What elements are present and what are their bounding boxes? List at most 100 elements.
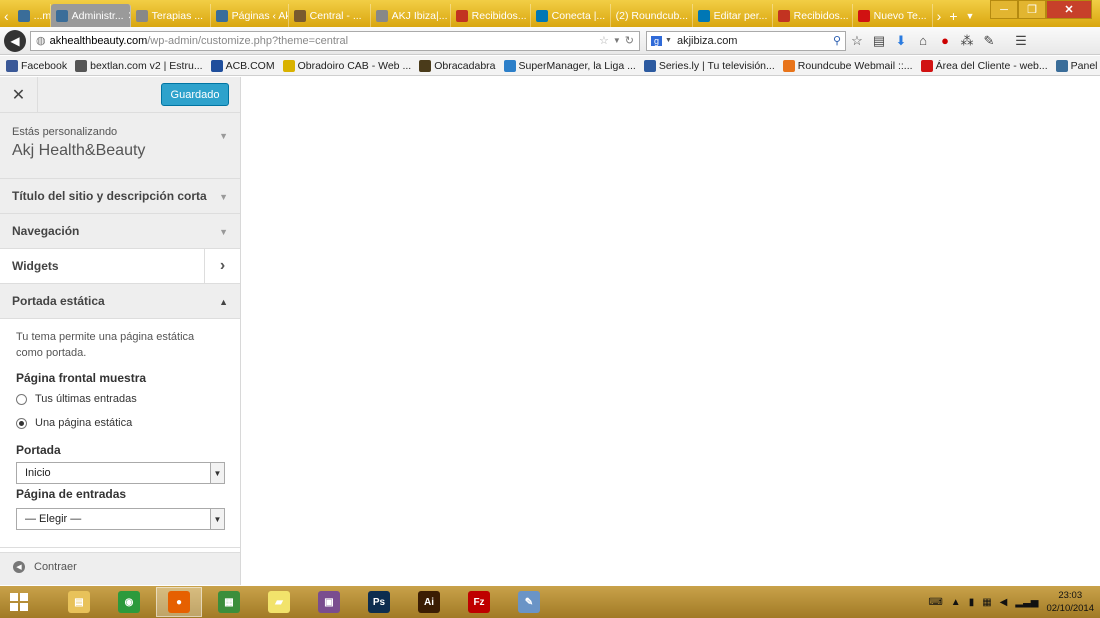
reload-icon[interactable]: ↻ — [625, 34, 634, 47]
show-hidden-icons-icon[interactable]: ▲ — [951, 597, 961, 608]
star-icon[interactable]: ☆ — [599, 34, 609, 47]
tab-6[interactable]: Recibidos... — [451, 4, 531, 27]
tab-7[interactable]: Conecta |... — [531, 4, 611, 27]
tab-5[interactable]: AKJ Ibiza|... — [371, 4, 451, 27]
chevron-down-icon[interactable]: ▼ — [665, 37, 672, 44]
adblock-icon[interactable]: ● — [934, 33, 956, 48]
taskbar-app-winrar[interactable]: ▣ — [306, 587, 352, 617]
taskbar-app-firefox[interactable]: ● — [156, 587, 202, 617]
radio-latest-posts[interactable]: Tus últimas entradas — [16, 393, 224, 405]
taskbar-app-illustrator[interactable]: Ai — [406, 587, 452, 617]
tools-icon[interactable]: ✎ — [978, 33, 1000, 49]
dropdown-icon[interactable]: ▼ — [613, 36, 621, 45]
taskbar-app-sheet[interactable]: ▦ — [206, 587, 252, 617]
taskbar-app-paint[interactable]: ✎ — [506, 587, 552, 617]
section-site-title[interactable]: Título del sitio y descripción corta ▼ — [0, 179, 240, 214]
bookmark-item[interactable]: Área del Cliente - web... — [917, 59, 1052, 72]
search-icon[interactable]: ⚲ — [833, 34, 841, 47]
back-button[interactable]: ◀ — [4, 29, 26, 52]
minimize-button[interactable]: ─ — [990, 0, 1018, 19]
radio-label: Tus últimas entradas — [35, 393, 137, 405]
front-page-select[interactable]: Inicio ▼ — [16, 462, 225, 484]
section-widgets[interactable]: Widgets › — [0, 249, 240, 284]
bookmark-item[interactable]: Series.ly | Tu televisión... — [640, 59, 779, 72]
bookmark-item[interactable]: Facebook — [2, 59, 71, 72]
posts-page-select[interactable]: — Elegir — ▼ — [16, 508, 225, 530]
download-icon[interactable]: ⬇ — [890, 33, 912, 49]
tab-8[interactable]: (2) Roundcub... — [611, 4, 693, 27]
tab-10[interactable]: Recibidos... — [773, 4, 853, 27]
taskbar-app-photoshop[interactable]: Ps — [356, 587, 402, 617]
tab-11[interactable]: Nuevo Te... — [853, 4, 933, 27]
home-icon[interactable]: ⌂ — [912, 33, 934, 48]
tab-scroll-right-button[interactable]: › — [933, 4, 946, 27]
bookmarks-menu-icon[interactable]: ▤ — [868, 33, 890, 49]
maximize-button[interactable]: ❐ — [1018, 0, 1046, 19]
tab-label: Terapias ... — [151, 9, 204, 22]
tab-label: Nuevo Te... — [873, 9, 927, 22]
illustrator-icon: Ai — [418, 591, 440, 613]
bookmark-item[interactable]: bextlan.com v2 | Estru... — [71, 59, 206, 72]
panel-description: Tu tema permite una página estática como… — [16, 331, 195, 359]
linkedin-icon — [697, 9, 710, 22]
file-explorer-icon: ▤ — [68, 591, 90, 613]
bookmark-item[interactable]: Obracadabra — [415, 59, 499, 72]
site-name: Akj Health&Beauty — [12, 142, 146, 159]
tab-9[interactable]: Editar per... — [693, 4, 773, 27]
taskbar-app-chrome[interactable]: ◉ — [106, 587, 152, 617]
chevron-right-icon[interactable]: › — [204, 249, 240, 283]
radio-button[interactable] — [16, 393, 27, 405]
page-icon — [135, 9, 148, 22]
bookmark-item[interactable]: Obradoiro CAB - Web ... — [279, 59, 416, 72]
facebook-icon — [6, 59, 18, 72]
search-box[interactable]: g ▼ akjibiza.com ⚲ — [646, 30, 846, 51]
taskbar-app-filezilla[interactable]: Fz — [456, 587, 502, 617]
tab-label: Administr... — [71, 9, 124, 22]
taskbar-app-sticky-notes[interactable]: ▰ — [256, 587, 302, 617]
close-customizer-button[interactable]: ✕ — [0, 76, 38, 113]
url-path: /wp-admin/customize.php?theme=central — [147, 34, 349, 47]
tab-0[interactable]: ...me ... — [13, 4, 51, 27]
collapse-button[interactable]: ◀ Contraer — [0, 547, 240, 585]
google-search-icon: g — [651, 35, 663, 46]
bookmark-star-icon[interactable]: ☆ — [846, 33, 868, 49]
clock[interactable]: 23:03 02/10/2014 — [1046, 589, 1094, 615]
wordpress-icon — [55, 9, 68, 22]
start-button[interactable] — [0, 592, 38, 612]
battery-icon[interactable]: ▮ — [969, 597, 975, 608]
section-navigation[interactable]: Navegación ▼ — [0, 214, 240, 249]
close-window-button[interactable]: ✕ — [1046, 0, 1092, 19]
section-static-front-page[interactable]: Portada estática ▲ — [0, 284, 240, 319]
radio-static-page[interactable]: Una página estática — [16, 417, 224, 429]
bookmark-item[interactable]: Roundcube Webmail ::... — [779, 59, 917, 72]
menu-icon[interactable]: ☰ — [1010, 33, 1032, 49]
tab-2[interactable]: Terapias ... — [131, 4, 211, 27]
select-value: — Elegir — — [25, 513, 82, 525]
signal-icon[interactable]: ▂▃▅ — [1015, 597, 1038, 608]
tab-4[interactable]: Central - ... — [289, 4, 371, 27]
bookmark-item[interactable]: ACB.COM — [207, 59, 279, 72]
new-tab-button[interactable]: + — [945, 4, 961, 27]
url-bar[interactable]: ◍ akhealthbeauty.com/wp-admin/customize.… — [30, 30, 640, 51]
chevron-down-icon: ▼ — [219, 131, 228, 141]
keyboard-icon[interactable]: ⌨ — [928, 597, 942, 608]
bookmark-item[interactable]: SuperManager, la Liga ... — [500, 59, 640, 72]
site-preview[interactable] — [241, 77, 1100, 585]
tab-scroll-left-button[interactable]: ‹ — [0, 4, 13, 27]
customizer-sidebar: ✕ Guardado Estás personalizando Akj Heal… — [0, 76, 241, 585]
extension-icon[interactable]: ⁂ — [956, 33, 978, 49]
tab-1[interactable]: Administr...✕ — [50, 4, 131, 27]
front-shows-label: Página frontal muestra — [16, 371, 147, 385]
radio-button[interactable] — [16, 417, 27, 429]
taskbar-app-file-explorer[interactable]: ▤ — [56, 587, 102, 617]
volume-icon[interactable]: ◀ — [1000, 597, 1008, 608]
search-input[interactable]: akjibiza.com — [677, 35, 738, 47]
network-icon[interactable]: ▦ — [982, 597, 991, 608]
tab-list-dropdown-icon[interactable]: ▼ — [962, 4, 979, 27]
chevron-down-icon: ▼ — [210, 509, 224, 529]
bookmark-label: Panel de Usuario | BlaB... — [1070, 59, 1100, 72]
tab-3[interactable]: Páginas ‹ Akj ... — [211, 4, 289, 27]
bookmark-item[interactable]: Panel de Usuario | BlaB... — [1052, 59, 1100, 72]
saved-button[interactable]: Guardado — [161, 83, 229, 106]
customizer-info[interactable]: Estás personalizando Akj Health&Beauty ▼ — [0, 113, 240, 179]
